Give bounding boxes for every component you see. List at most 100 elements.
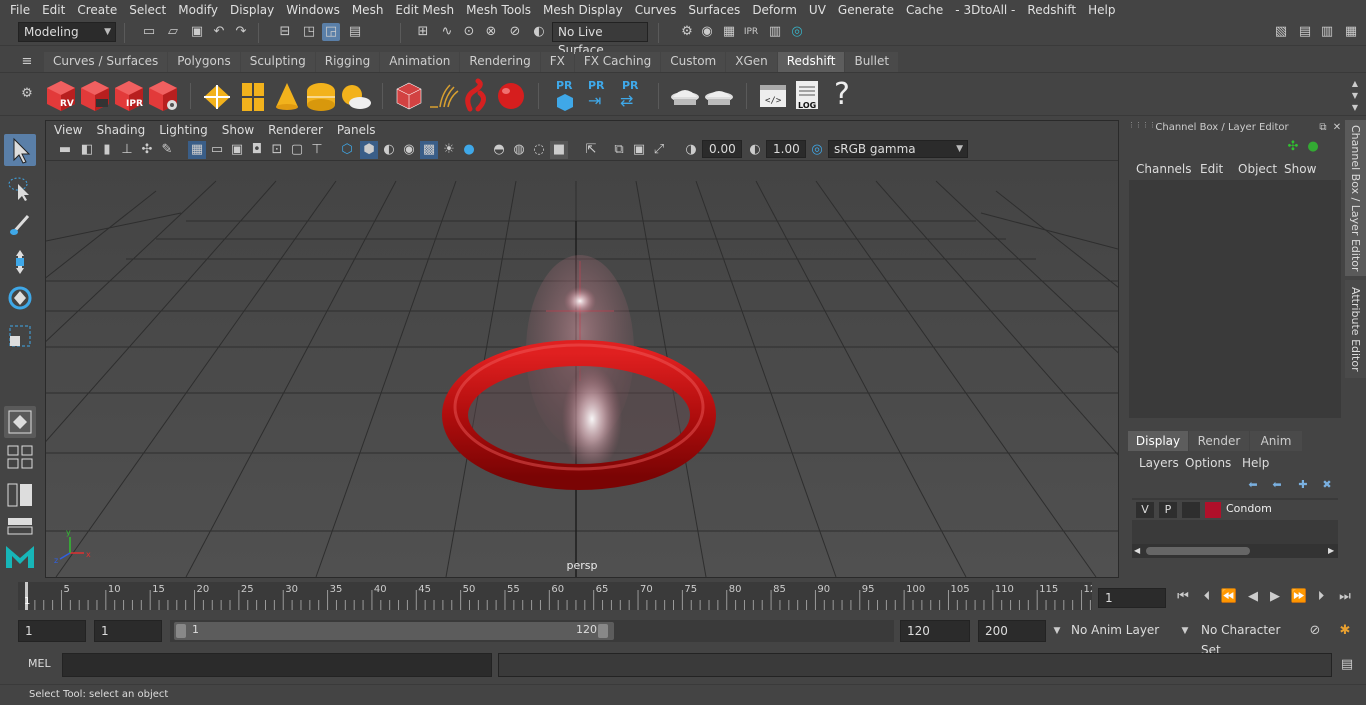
- snap-surface-icon[interactable]: ⊘: [506, 23, 524, 41]
- xray-components-icon[interactable]: ■: [550, 141, 568, 159]
- anim-prefs-icon[interactable]: ✱: [1336, 622, 1354, 640]
- scroll-left-icon[interactable]: ◀: [1134, 546, 1140, 555]
- layer-scrollbar[interactable]: ◀ ▶: [1132, 544, 1338, 558]
- shelf-tab-sculpting[interactable]: Sculpting: [240, 52, 315, 72]
- exposure-icon[interactable]: ◑: [682, 141, 700, 159]
- menu-create[interactable]: Create: [71, 3, 123, 17]
- channel-panel-icon[interactable]: ▦: [1342, 23, 1360, 41]
- new-scene-icon[interactable]: ▭: [140, 23, 158, 41]
- display-type-toggle[interactable]: [1182, 502, 1200, 518]
- shadows-icon[interactable]: ☀: [440, 141, 458, 159]
- visibility-toggle[interactable]: V: [1136, 502, 1154, 518]
- 2d-pan-icon[interactable]: ✣: [138, 141, 156, 159]
- menu-3dtoall[interactable]: - 3DtoAll -: [949, 3, 1021, 17]
- bookmark-icon[interactable]: ▮: [98, 141, 116, 159]
- menu-surfaces[interactable]: Surfaces: [682, 3, 746, 17]
- wireframe-icon[interactable]: ⬡: [338, 141, 356, 159]
- select-component-icon[interactable]: ◲: [322, 23, 340, 41]
- redshift-proxy-button[interactable]: [392, 77, 426, 113]
- add-layer-icon[interactable]: ✚: [1294, 476, 1312, 494]
- paint-select-tool-button[interactable]: [4, 208, 36, 240]
- toggle-panel-icon[interactable]: ▤: [1296, 23, 1314, 41]
- gamma-icon[interactable]: ◐: [746, 141, 764, 159]
- shelf-tab-redshift[interactable]: Redshift: [777, 52, 845, 72]
- single-view-button[interactable]: [4, 406, 36, 438]
- command-input[interactable]: [62, 653, 492, 677]
- mel-label[interactable]: MEL: [28, 657, 51, 670]
- redshift-sun-sky-button[interactable]: [338, 77, 372, 113]
- time-slider[interactable]: 5 10 15 20 25 30 35 40 45 50 55 60 65 70 75 80 85 90 95 100…: [18, 582, 1096, 610]
- gate-mask-icon[interactable]: ◘: [248, 141, 266, 159]
- redshift-hair-button[interactable]: [426, 77, 460, 113]
- redshift-help-button[interactable]: ?: [826, 77, 860, 113]
- help-menu[interactable]: Help: [1242, 456, 1269, 470]
- workspace-layout-icon[interactable]: ▧: [1272, 23, 1290, 41]
- lasso-tool-button[interactable]: [4, 172, 36, 204]
- shelf-tab-rigging[interactable]: Rigging: [315, 52, 380, 72]
- outliner-view-button[interactable]: [4, 480, 36, 510]
- make-live-icon[interactable]: ◐: [530, 23, 548, 41]
- smooth-shade-icon[interactable]: ⬢: [360, 141, 378, 159]
- redshift-sphere-button[interactable]: [494, 77, 528, 113]
- step-back-key-icon[interactable]: ⏴: [1198, 588, 1216, 606]
- redshift-log-button[interactable]: LOG: [790, 77, 824, 113]
- close-panel-icon[interactable]: ✕: [1328, 119, 1346, 137]
- frame-selected-icon[interactable]: ▣: [630, 141, 648, 159]
- display-render-icon[interactable]: ▥: [766, 23, 784, 41]
- image-plane-icon[interactable]: ⊥: [118, 141, 136, 159]
- redshift-render-view-button[interactable]: RV: [44, 77, 78, 113]
- menu-mesh-display[interactable]: Mesh Display: [537, 3, 629, 17]
- redshift-spot-light-button[interactable]: [270, 77, 304, 113]
- new-empty-layer-icon[interactable]: ⬅: [1268, 476, 1286, 494]
- grease-pencil-icon[interactable]: ✎: [158, 141, 176, 159]
- scroll-thumb[interactable]: [1146, 547, 1250, 555]
- shelf-tab-bullet[interactable]: Bullet: [845, 52, 899, 72]
- wireframe-on-shaded-icon[interactable]: ◐: [380, 141, 398, 159]
- shelf-tab-curves-surfaces[interactable]: Curves / Surfaces: [44, 52, 168, 72]
- color-space-dropdown[interactable]: sRGB gamma ▼: [828, 140, 968, 158]
- viewport-menu-shading[interactable]: Shading: [91, 123, 154, 137]
- auto-key-icon[interactable]: ⊘: [1306, 622, 1324, 640]
- edit-menu[interactable]: Edit: [1200, 162, 1223, 176]
- menu-help[interactable]: Help: [1082, 3, 1121, 17]
- axis-icon[interactable]: ✣: [1284, 138, 1302, 156]
- camera-attr-icon[interactable]: ◧: [78, 141, 96, 159]
- play-forwards-icon[interactable]: ▶: [1266, 588, 1284, 606]
- menu-windows[interactable]: Windows: [280, 3, 346, 17]
- screen-space-ao-icon[interactable]: ●: [460, 141, 478, 159]
- menu-curves[interactable]: Curves: [629, 3, 683, 17]
- options-menu[interactable]: Options: [1185, 456, 1231, 470]
- safe-title-icon[interactable]: ⊤: [308, 141, 326, 159]
- playback-toggle[interactable]: P: [1159, 502, 1177, 518]
- isolate-select-icon[interactable]: ◓: [490, 141, 508, 159]
- current-frame-input[interactable]: 1: [1098, 588, 1166, 608]
- redshift-bake-set-button[interactable]: [702, 77, 736, 113]
- field-chart-icon[interactable]: ⊡: [268, 141, 286, 159]
- menu-generate[interactable]: Generate: [832, 3, 900, 17]
- chevron-down-icon[interactable]: ▼: [1176, 622, 1194, 640]
- viewport-menu-panels[interactable]: Panels: [332, 123, 385, 137]
- scale-tool-button[interactable]: [4, 320, 36, 352]
- xray-joints-icon[interactable]: ◌: [530, 141, 548, 159]
- object-menu[interactable]: Object: [1238, 162, 1277, 176]
- anim-layer-dropdown[interactable]: No Anim Layer: [1066, 620, 1174, 642]
- live-surface-field[interactable]: No Live Surface: [552, 22, 648, 57]
- menu-cache[interactable]: Cache: [900, 3, 949, 17]
- gamma-input[interactable]: 1.00: [766, 140, 806, 158]
- go-to-end-icon[interactable]: ⏭: [1336, 588, 1354, 606]
- tab-attribute-editor[interactable]: Attribute Editor: [1345, 280, 1366, 378]
- viewport-scene[interactable]: x y z persp: [46, 161, 1118, 577]
- redo-icon[interactable]: ↷: [232, 23, 250, 41]
- menu-modify[interactable]: Modify: [172, 3, 224, 17]
- move-tool-button[interactable]: [4, 246, 36, 278]
- film-gate-icon[interactable]: ▭: [208, 141, 226, 159]
- shelf-menu-icon[interactable]: ▼: [1346, 99, 1364, 117]
- save-scene-icon[interactable]: ▣: [188, 23, 206, 41]
- script-editor-icon[interactable]: ▤: [1338, 656, 1356, 674]
- redshift-ies-light-button[interactable]: [304, 77, 338, 113]
- undo-icon[interactable]: ↶: [210, 23, 228, 41]
- new-layer-from-selected-icon[interactable]: ⬅: [1244, 476, 1262, 494]
- layer-row[interactable]: V P Condom: [1132, 500, 1338, 520]
- frame-all-icon[interactable]: ⧉: [610, 141, 628, 159]
- layers-menu[interactable]: Layers: [1139, 456, 1179, 470]
